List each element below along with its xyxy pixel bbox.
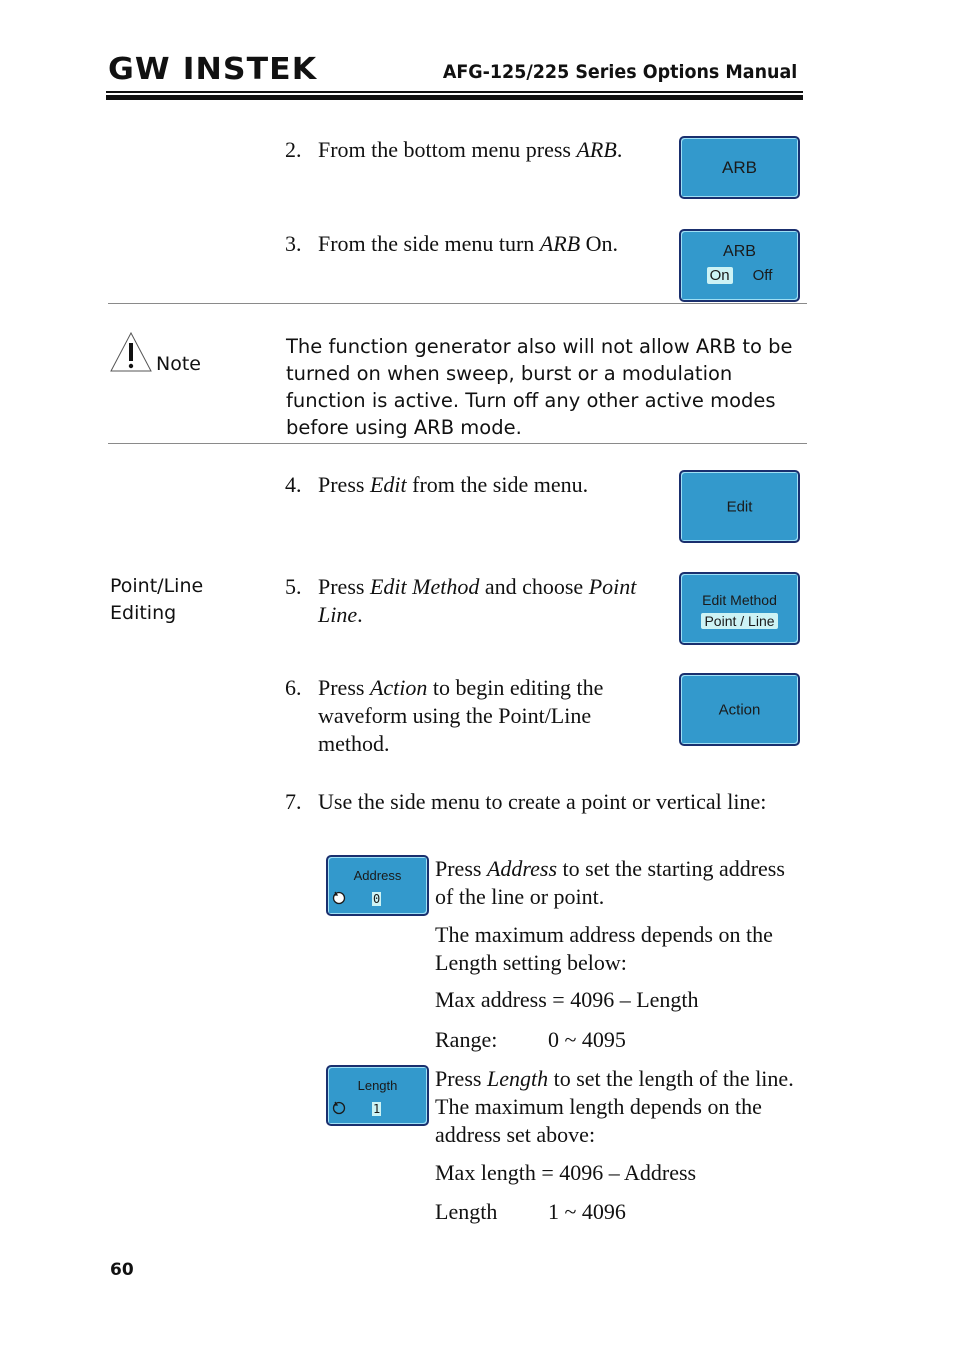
step-number: 7. xyxy=(285,789,302,814)
step-text-part: From the side menu turn xyxy=(318,231,540,256)
range-label: Length xyxy=(435,1199,498,1224)
step-emphasis: Action xyxy=(369,675,428,700)
header-rule-thin xyxy=(106,91,803,93)
step-number: 4. xyxy=(285,472,302,497)
step-2-text: From the bottom menu press ARB. xyxy=(318,136,668,164)
document-title: AFG-125/225 Series Options Manual xyxy=(442,61,797,83)
step-number: 6. xyxy=(285,675,302,700)
step-emphasis: Edit Method xyxy=(369,574,480,599)
step-text-part: Press xyxy=(318,574,370,599)
section-label-line: Point/Line xyxy=(110,575,204,597)
option-on-selected: On xyxy=(706,267,733,284)
softkey-label: Address xyxy=(353,868,402,883)
section-divider xyxy=(108,443,807,444)
step-number: 5. xyxy=(285,574,302,599)
step-text-part: Press xyxy=(318,472,370,497)
length-softkey[interactable]: Length 1 xyxy=(326,1065,429,1126)
length-formula: Max length = 4096 – Address xyxy=(435,1160,697,1185)
text-part: Press xyxy=(435,1066,487,1091)
softkey-label: Length xyxy=(357,1078,398,1093)
step-3-text: From the side menu turn ARB On. xyxy=(318,230,668,258)
step-emphasis: ARB xyxy=(539,231,581,256)
arb-toggle-options: On Off xyxy=(681,267,798,284)
step-text-part: Press xyxy=(318,675,370,700)
range-value: 0 ~ 4095 xyxy=(548,1027,626,1052)
warning-triangle-icon xyxy=(110,331,152,372)
edit-softkey[interactable]: Edit xyxy=(679,470,800,543)
step-text-part: . xyxy=(357,602,363,627)
section-divider xyxy=(108,303,807,304)
step-emphasis: Edit xyxy=(369,472,407,497)
step-emphasis: ARB xyxy=(576,137,617,162)
softkey-label: Edit xyxy=(726,498,753,515)
rotary-knob-icon xyxy=(332,1101,346,1115)
brand-logo: GW INSTEK xyxy=(108,52,318,87)
step-6-text: Press Action to begin editing the wavefo… xyxy=(318,674,658,758)
address-softkey[interactable]: Address 0 xyxy=(326,855,429,916)
address-formula: Max address = 4096 – Length xyxy=(435,987,699,1012)
action-softkey[interactable]: Action xyxy=(679,673,800,746)
step-text-part: . xyxy=(616,137,623,162)
step-text-part: From the bottom menu press xyxy=(318,137,577,162)
note-label: Note xyxy=(156,353,201,375)
edit-method-value: Point / Line xyxy=(701,613,778,629)
text-emphasis: Length xyxy=(486,1066,549,1091)
note-text: The function generator also will not all… xyxy=(286,335,793,439)
text-part: Press xyxy=(435,856,487,881)
step-4-text: Press Edit from the side menu. xyxy=(318,471,668,499)
step-number: 3. xyxy=(285,231,302,256)
address-max-note: The maximum address depends on the Lengt… xyxy=(435,922,773,975)
range-value: 1 ~ 4096 xyxy=(548,1199,626,1224)
arb-toggle-softkey[interactable]: ARB On Off xyxy=(679,229,800,302)
softkey-label: ARB xyxy=(723,243,756,260)
text-emphasis: Address xyxy=(486,856,558,881)
header-rule-thick xyxy=(106,95,803,100)
step-text-part: and choose xyxy=(479,574,589,599)
address-description: Press Address to set the starting addres… xyxy=(435,855,805,911)
length-description: Press Length to set the length of the li… xyxy=(435,1065,805,1149)
step-text-part: from the side menu. xyxy=(406,472,589,497)
step-number: 2. xyxy=(285,137,302,162)
address-range: Range: 0 ~ 4095 xyxy=(435,1026,805,1054)
length-range: Length 1 ~ 4096 xyxy=(435,1198,805,1226)
rotary-knob-icon xyxy=(332,891,346,905)
edit-method-softkey[interactable]: Edit Method Point / Line xyxy=(679,572,800,645)
softkey-label: ARB xyxy=(722,157,757,177)
page-number: 60 xyxy=(110,1260,134,1280)
option-off: Off xyxy=(752,267,773,284)
range-label: Range: xyxy=(435,1027,498,1052)
step-7-text: Use the side menu to create a point or v… xyxy=(318,789,767,814)
arb-softkey[interactable]: ARB xyxy=(679,136,800,199)
section-label: Point/Line Editing xyxy=(110,573,203,627)
softkey-label: Action xyxy=(718,701,761,718)
softkey-label: Edit Method xyxy=(702,592,777,608)
address-value: 0 xyxy=(372,892,382,906)
length-value: 1 xyxy=(372,1102,382,1116)
section-label-line: Editing xyxy=(110,602,177,624)
step-text-part: On. xyxy=(580,231,619,256)
step-5-text: Press Edit Method and choose Point Line. xyxy=(318,573,668,629)
